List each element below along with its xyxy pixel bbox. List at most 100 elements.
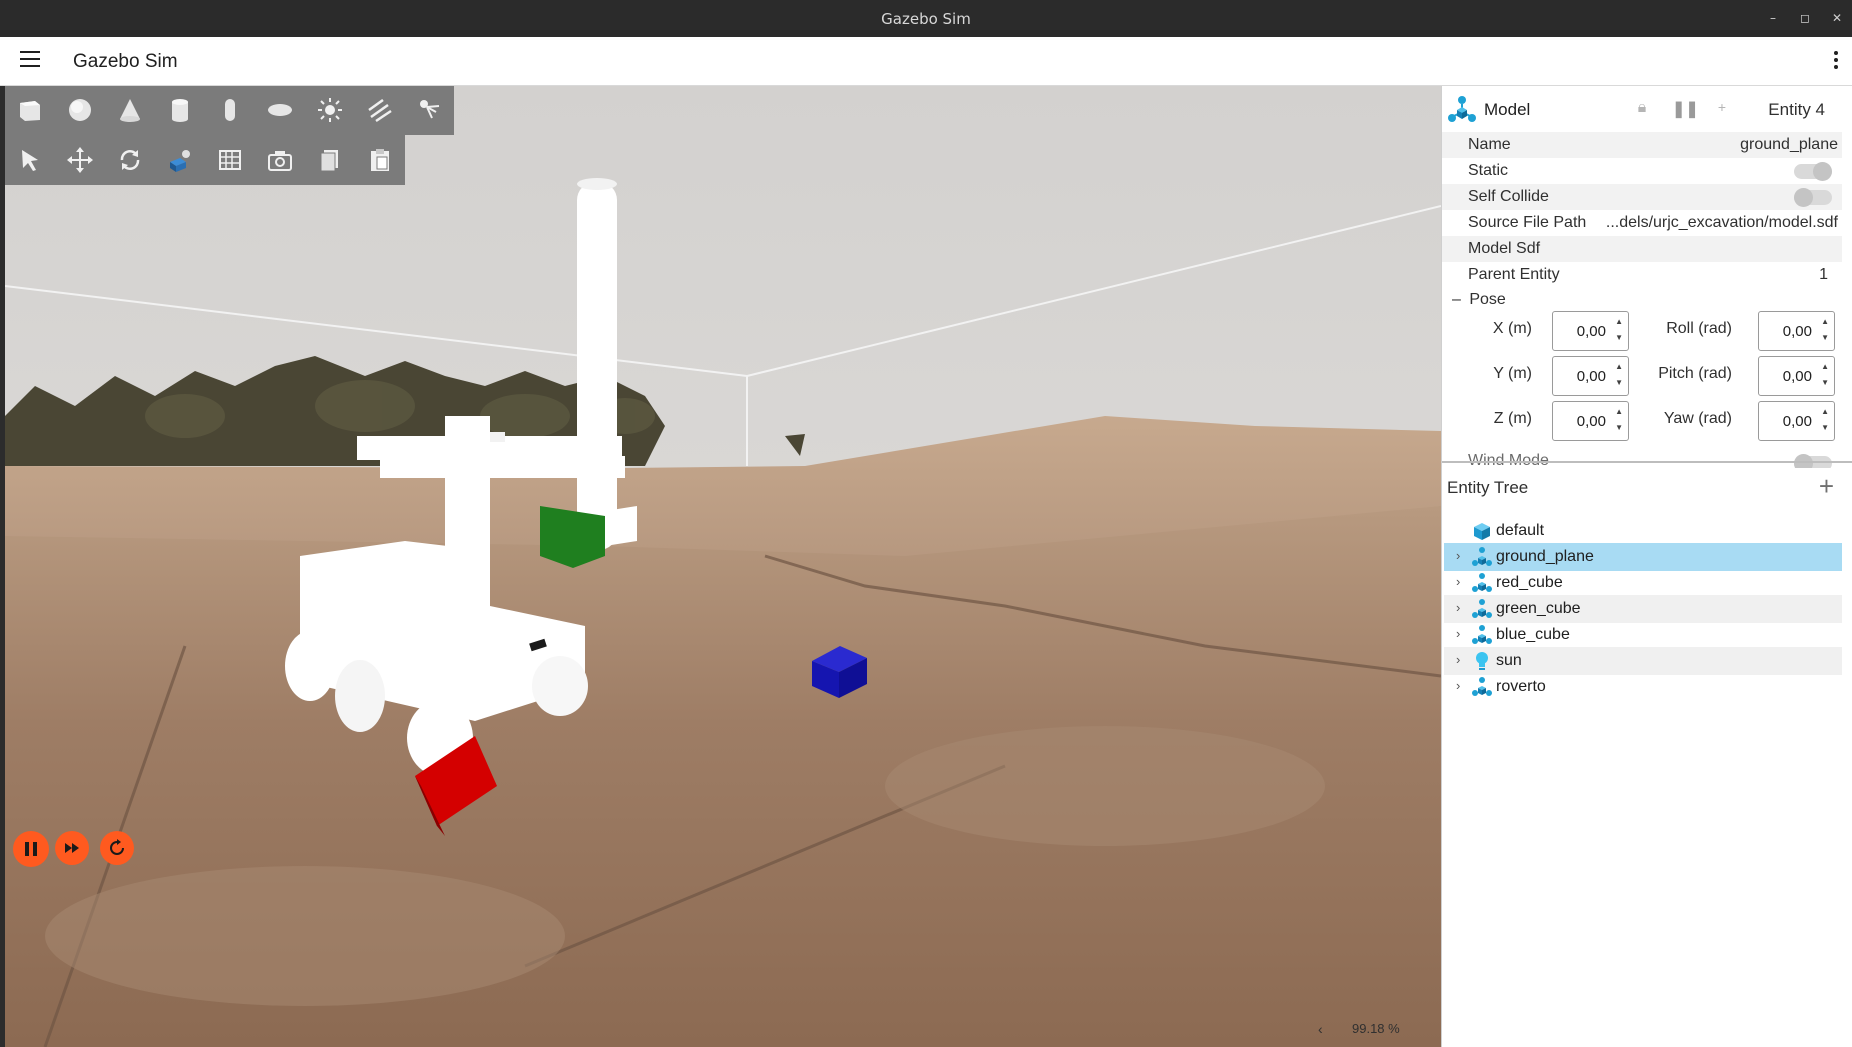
spin-up-icon[interactable]: ▲ <box>1821 407 1829 416</box>
roll-input[interactable]: 0,00 ▲ ▼ <box>1758 311 1835 351</box>
cylinder-button[interactable] <box>160 90 200 130</box>
expand-chevron-icon[interactable]: › <box>1456 678 1460 693</box>
hamburger-menu-icon[interactable] <box>20 51 40 69</box>
property-label: Self Collide <box>1468 188 1549 205</box>
property-static-row: Static <box>1442 158 1842 184</box>
add-entity-icon[interactable]: + <box>1819 471 1834 502</box>
lock-icon[interactable]: 🔒︎ <box>1632 99 1652 119</box>
directional-light-button[interactable] <box>360 90 400 130</box>
pause-updates-icon[interactable]: ❚❚ <box>1672 99 1699 119</box>
3d-viewport[interactable] <box>5 86 1441 1047</box>
spin-up-icon[interactable]: ▲ <box>1615 407 1623 416</box>
tree-item-roverto[interactable]: › roverto <box>1444 673 1842 701</box>
property-label: Name <box>1468 136 1511 153</box>
tree-item-blue-cube[interactable]: › blue_cube <box>1444 621 1842 649</box>
cone-icon <box>120 99 140 122</box>
expand-chevron-icon[interactable]: › <box>1456 626 1460 641</box>
model-icon <box>1472 573 1492 592</box>
copy-button[interactable] <box>310 140 350 180</box>
z-input[interactable]: 0,00 ▲ ▼ <box>1552 401 1629 441</box>
tree-item-default[interactable]: default <box>1444 517 1842 545</box>
spin-up-icon[interactable]: ▲ <box>1821 362 1829 371</box>
view-angle-button[interactable] <box>160 140 200 180</box>
step-button[interactable] <box>55 831 89 865</box>
rotate-button[interactable] <box>110 140 150 180</box>
tree-item-sun[interactable]: › sun <box>1444 647 1842 675</box>
property-value: ...dels/urjc_excavation/model.sdf <box>1605 214 1838 231</box>
translate-button[interactable] <box>60 140 100 180</box>
pitch-input[interactable]: 0,00 ▲ ▼ <box>1758 356 1835 396</box>
x-label: X (m) <box>1492 320 1532 337</box>
box-button[interactable] <box>10 90 50 130</box>
shapes-toolbar <box>5 86 454 135</box>
expand-chevron-icon[interactable]: › <box>1456 548 1460 563</box>
add-component-icon[interactable]: + <box>1712 99 1732 119</box>
ellipsoid-icon <box>268 104 292 116</box>
spin-up-icon[interactable]: ▲ <box>1615 362 1623 371</box>
minimize-icon[interactable]: – <box>1763 8 1783 28</box>
app-header: Gazebo Sim <box>0 37 1852 86</box>
tree-item-green-cube[interactable]: › green_cube <box>1444 595 1842 623</box>
y-value: 0,00 <box>1576 368 1606 385</box>
copy-icon <box>320 150 338 172</box>
spin-down-icon[interactable]: ▼ <box>1821 423 1829 432</box>
expand-chevron-icon[interactable]: › <box>1456 652 1460 667</box>
spin-up-icon[interactable]: ▲ <box>1615 317 1623 326</box>
pose-title: Pose <box>1469 291 1506 308</box>
capsule-button[interactable] <box>210 90 250 130</box>
translate-icon <box>67 147 93 173</box>
component-type-label: Model <box>1484 100 1531 119</box>
pose-section-header[interactable]: – Pose <box>1452 291 1506 309</box>
property-source-file-row: Source File Path ...dels/urjc_excavation… <box>1442 210 1842 236</box>
entity-tree-title: Entity Tree <box>1447 478 1529 497</box>
tree-item-red-cube[interactable]: › red_cube <box>1444 569 1842 597</box>
point-light-button[interactable] <box>310 90 350 130</box>
model-icon <box>1472 625 1492 644</box>
spin-down-icon[interactable]: ▼ <box>1615 378 1623 387</box>
ellipsoid-button[interactable] <box>260 90 300 130</box>
model-icon <box>1472 547 1492 566</box>
self-collide-toggle[interactable] <box>1794 188 1832 207</box>
x-input[interactable]: 0,00 ▲ ▼ <box>1552 311 1629 351</box>
expand-chevron-icon[interactable]: › <box>1456 600 1460 615</box>
property-self-collide-row: Self Collide <box>1442 184 1842 210</box>
yaw-input[interactable]: 0,00 ▲ ▼ <box>1758 401 1835 441</box>
roll-label: Roll (rad) <box>1666 320 1732 337</box>
cone-button[interactable] <box>110 90 150 130</box>
expand-chevron-icon[interactable]: › <box>1456 574 1460 589</box>
tree-item-ground-plane[interactable]: › ground_plane <box>1444 543 1842 571</box>
static-toggle[interactable] <box>1794 162 1832 181</box>
z-value: 0,00 <box>1576 413 1606 430</box>
property-name-row: Name ground_plane <box>1442 132 1842 158</box>
spin-up-icon[interactable]: ▲ <box>1821 317 1829 326</box>
directional-light-icon <box>368 98 392 123</box>
gazebo-window: Gazebo Sim – ◻ ✕ Gazebo Sim ‹ 99.18 % Mo… <box>0 0 1852 1047</box>
y-input[interactable]: 0,00 ▲ ▼ <box>1552 356 1629 396</box>
sphere-button[interactable] <box>60 90 100 130</box>
spin-down-icon[interactable]: ▼ <box>1615 423 1623 432</box>
component-inspector-header: Model 🔒︎ ❚❚ + Entity 4 <box>1442 86 1852 130</box>
yaw-label: Yaw (rad) <box>1663 410 1732 427</box>
reset-button[interactable] <box>100 831 134 865</box>
spot-light-button[interactable] <box>410 90 450 130</box>
spin-down-icon[interactable]: ▼ <box>1821 378 1829 387</box>
stats-collapse-icon[interactable]: ‹ <box>1318 1021 1323 1037</box>
panel-splitter[interactable] <box>1442 461 1852 463</box>
spin-down-icon[interactable]: ▼ <box>1821 333 1829 342</box>
property-wind-mode-row: Wind Mode <box>1442 448 1842 468</box>
select-button[interactable] <box>10 140 50 180</box>
x-value: 0,00 <box>1576 323 1606 340</box>
close-icon[interactable]: ✕ <box>1827 8 1847 28</box>
maximize-icon[interactable]: ◻ <box>1795 8 1815 28</box>
paste-button[interactable] <box>360 140 400 180</box>
pose-collapse-icon: – <box>1452 291 1461 308</box>
more-options-icon[interactable] <box>1834 51 1840 71</box>
screenshot-button[interactable] <box>260 140 300 180</box>
pause-button[interactable] <box>13 831 49 867</box>
grid-config-button[interactable] <box>210 140 250 180</box>
spin-down-icon[interactable]: ▼ <box>1615 333 1623 342</box>
world-cube-icon <box>1474 523 1490 540</box>
sphere-icon <box>69 99 91 121</box>
tree-item-label: roverto <box>1496 678 1546 695</box>
paste-icon <box>371 149 389 171</box>
